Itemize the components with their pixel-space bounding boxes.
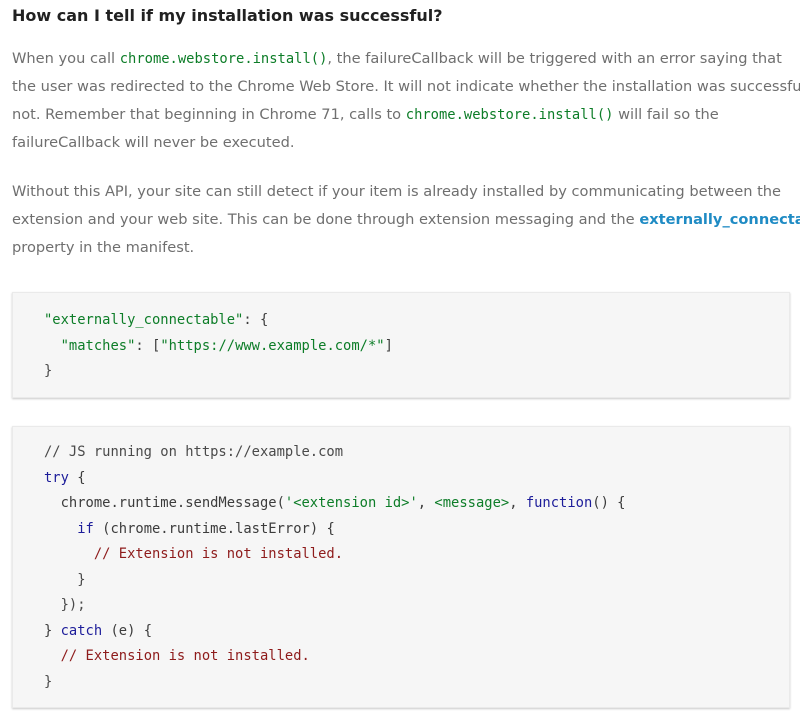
code-line: "matches": ["https://www.example.com/*"] [60, 337, 393, 354]
paragraph-line: extension and your web site. This can be… [12, 206, 800, 234]
externally-connectable-link[interactable]: externally_connectable [639, 211, 800, 228]
code-line: // JS running on https://example.com [44, 444, 344, 460]
paragraph-line: When you call chrome.webstore.install(),… [12, 50, 782, 67]
section-heading: How can I tell if my installation was su… [12, 6, 443, 25]
paragraph-detect-install: Without this API, your site can still de… [12, 178, 800, 262]
paragraph-install-callback: When you call chrome.webstore.install(),… [12, 45, 800, 157]
paragraph-line: Without this API, your site can still de… [12, 183, 782, 200]
inline-code: chrome.webstore.install() [119, 51, 328, 67]
code-line: chrome.runtime.sendMessage('<extension i… [44, 495, 626, 511]
code-line: } [44, 571, 86, 588]
paragraph-line: not. Remember that beginning in Chrome 7… [12, 106, 719, 123]
paragraph-line: property in the manifest. [12, 239, 195, 256]
paragraph-line: failureCallback will never be executed. [12, 134, 295, 151]
code-line: } [44, 673, 53, 690]
code-line: "externally_connectable": { [44, 312, 269, 328]
code-block-js: // JS running on https://example.com try… [12, 426, 790, 708]
code-line: }); [44, 597, 86, 613]
code-line: // Extension is not installed. [93, 546, 344, 562]
code-line: try { [44, 469, 86, 486]
code-line: } catch (e) { [44, 622, 153, 639]
paragraph-line: the user was redirected to the Chrome We… [12, 78, 800, 95]
inline-code: chrome.webstore.install() [405, 107, 614, 123]
code-line: if (chrome.runtime.lastError) { [77, 520, 335, 537]
code-line: } [44, 363, 53, 379]
code-line: // Extension is not installed. [60, 648, 310, 664]
code-block-manifest: "externally_connectable": { "matches": [… [12, 292, 790, 398]
